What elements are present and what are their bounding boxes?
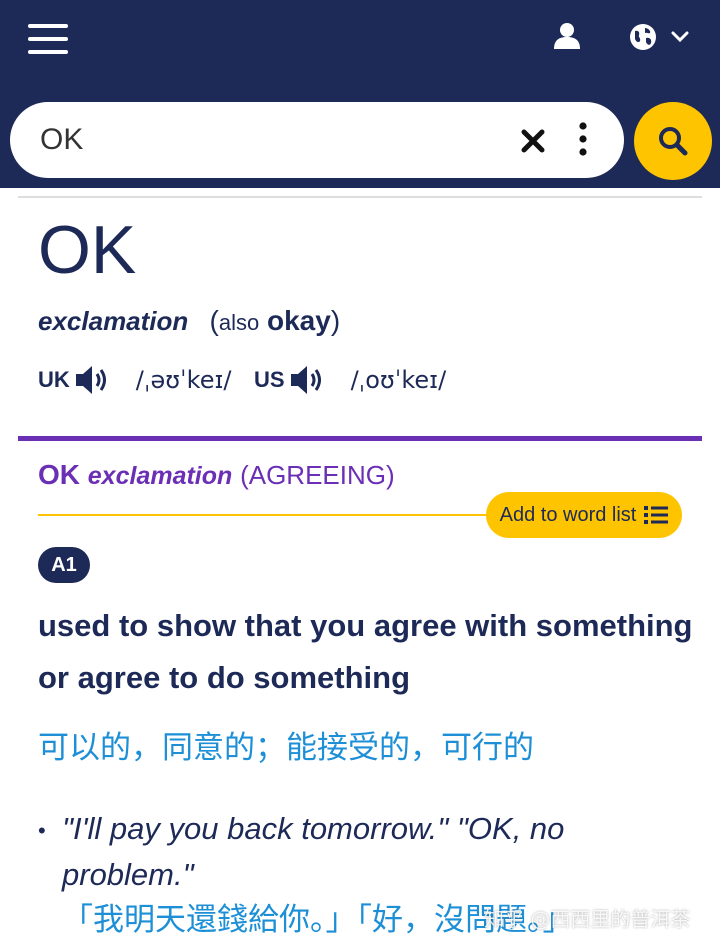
search-bar [0,94,720,188]
example-bullet: • [38,818,46,843]
search-icon [659,127,688,156]
language-selector[interactable] [628,22,698,52]
chevron-down-icon [671,31,689,43]
more-vertical-icon[interactable] [576,122,590,156]
pronunciation-uk: UK /ˌəʊˈkeɪ/ [38,360,231,400]
speaker-icon[interactable] [74,363,112,397]
top-navigation-bar [0,0,720,94]
part-of-speech-line: exclamation (also okay) [38,304,340,340]
alt-form-word: okay [267,305,331,336]
section-divider [18,436,702,441]
alternative-form: (also okay) [209,305,341,336]
pronunciation-us: US /ˌoʊˈkeɪ/ [254,360,446,400]
sense-headword: OK [38,459,80,490]
definition-text: used to show that you agree with somethi… [38,608,693,695]
close-icon[interactable] [520,128,546,154]
example-sentence: "I'll pay you back tomorrow." "OK, no pr… [62,811,565,892]
speaker-icon[interactable] [289,363,327,397]
sense-divider [38,514,498,516]
sense-header: OK exclamation (AGREEING) [38,456,395,495]
ipa-transcription: /ˌoʊˈkeɪ/ [350,366,447,394]
user-icon[interactable] [553,22,581,50]
sense-guideword: (AGREEING) [240,460,395,490]
watermark: 知乎 @西西里的普洱茶 [484,907,691,931]
also-label: also [218,310,260,335]
definition-translation: 可以的，同意的；能接受的，可行的 [38,730,534,766]
list-icon [644,506,669,524]
add-to-word-list-label: Add to word list [499,503,637,526]
add-to-word-list-button[interactable]: Add to word list [486,492,682,538]
cefr-level-badge: A1 [38,547,90,583]
hamburger-menu-icon[interactable] [28,24,68,54]
globe-icon [630,24,656,50]
sense-part-of-speech: exclamation [87,462,233,490]
divider [18,196,702,198]
region-label: UK [38,367,70,392]
search-box [10,102,624,178]
search-input[interactable] [40,116,500,164]
search-button[interactable] [634,102,712,180]
part-of-speech: exclamation [38,306,189,336]
ipa-transcription: /ˌəʊˈkeɪ/ [135,366,232,394]
headword: OK [38,212,137,288]
region-label: US [254,367,285,392]
